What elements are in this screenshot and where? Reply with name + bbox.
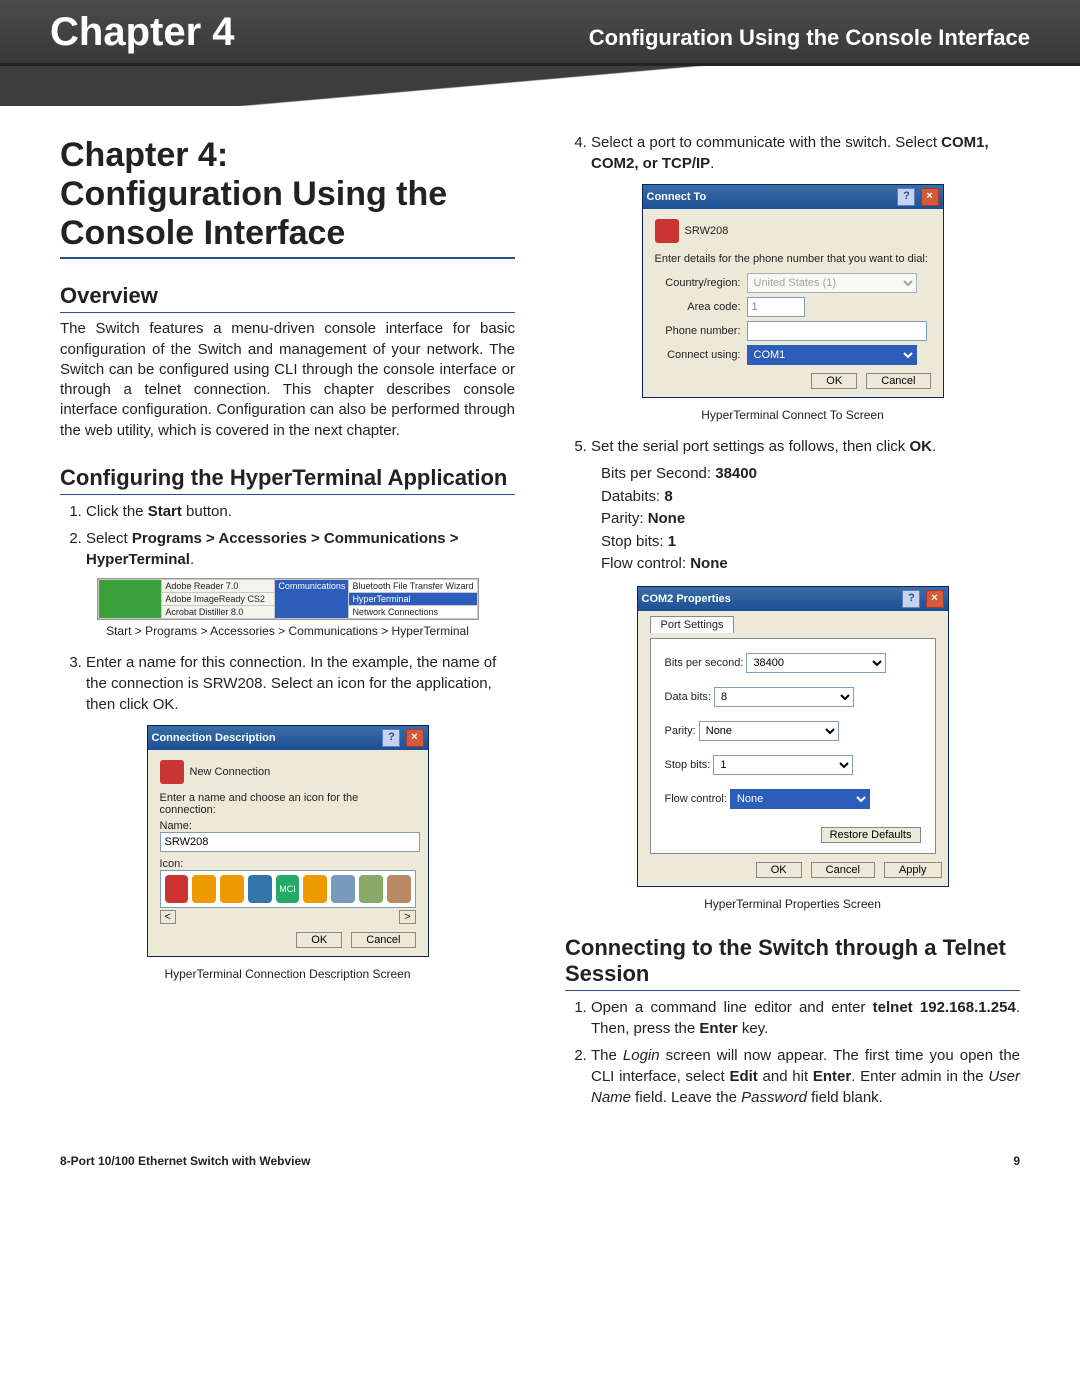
close-icon[interactable]: × [921,188,939,206]
dialog-connect-to: Connect To ? × SRW208 Enter details for … [642,184,944,398]
overview-heading: Overview [60,283,515,313]
dialog-connection-description: Connection Description ? × New Connectio… [147,725,429,957]
phone-icon [160,760,184,784]
cancel-button[interactable]: Cancel [351,932,415,948]
area-code-input [747,297,805,317]
conn-desc-caption: HyperTerminal Connection Description Scr… [60,967,515,981]
ok-button[interactable]: OK [296,932,342,948]
close-icon[interactable]: × [926,590,944,608]
left-column: Chapter 4: Configuration Using the Conso… [60,126,515,1114]
restore-defaults-button[interactable]: Restore Defaults [821,827,921,843]
startbar-caption: Start > Programs > Accessories > Communi… [60,624,515,638]
flowcontrol-select[interactable]: None [730,789,870,809]
telnet-heading: Connecting to the Switch through a Telne… [565,935,1020,991]
step-4: Select a port to communicate with the sw… [591,132,1020,174]
databits-select[interactable]: 8 [714,687,854,707]
step-1: Click the Start button. [86,501,515,522]
scroll-left-icon[interactable]: < [160,910,176,924]
bps-select[interactable]: 38400 [746,653,886,673]
dialog-com-properties: COM2 Properties ? × Port Settings Bits p… [637,586,949,887]
connect-using-select[interactable]: COM1 [747,345,917,365]
page-header: Chapter 4 Configuration Using the Consol… [0,0,1080,66]
hyperterminal-heading: Configuring the HyperTerminal Applicatio… [60,465,515,495]
parity-select[interactable]: None [699,721,839,741]
country-select: United States (1) [747,273,917,293]
name-input[interactable] [160,832,420,852]
telnet-step-1: Open a command line editor and enter tel… [591,997,1020,1039]
ok-button[interactable]: OK [811,373,857,389]
connect-to-caption: HyperTerminal Connect To Screen [565,408,1020,422]
cancel-button[interactable]: Cancel [866,373,930,389]
apply-button[interactable]: Apply [884,862,942,878]
chapter-heading: Chapter 4: Configuration Using the Conso… [60,136,515,259]
page-footer: 8-Port 10/100 Ethernet Switch with Webvi… [0,1144,1080,1198]
step-3: Enter a name for this connection. In the… [86,652,515,715]
phone-input[interactable] [747,321,927,341]
cancel-button[interactable]: Cancel [811,862,875,878]
phone-icon [655,219,679,243]
help-icon[interactable]: ? [902,590,920,608]
step-5: Set the serial port settings as follows,… [591,436,1020,576]
right-column: Select a port to communicate with the sw… [565,126,1020,1114]
stopbits-select[interactable]: 1 [713,755,853,775]
dialog-title: Connect To [647,191,707,203]
dialog-title: Connection Description [152,732,276,744]
footer-left: 8-Port 10/100 Ethernet Switch with Webvi… [60,1154,311,1168]
dialog-title: COM2 Properties [642,593,731,605]
start-menu-screenshot: Adobe Reader 7.0 Communications Bluetoot… [97,578,479,620]
overview-text: The Switch features a menu-driven consol… [60,319,515,441]
icon-selector[interactable]: MCI [160,870,416,908]
com-props-caption: HyperTerminal Properties Screen [565,897,1020,911]
close-icon[interactable]: × [406,729,424,747]
help-icon[interactable]: ? [382,729,400,747]
chapter-label: Chapter 4 [50,10,235,55]
scroll-right-icon[interactable]: > [399,910,415,924]
step-2: Select Programs > Accessories > Communic… [86,528,515,570]
telnet-step-2: The Login screen will now appear. The fi… [591,1045,1020,1108]
header-diagonal [0,66,1080,106]
ok-button[interactable]: OK [756,862,802,878]
header-title: Configuration Using the Console Interfac… [589,25,1030,51]
tab-port-settings[interactable]: Port Settings [650,616,735,633]
page-number: 9 [1013,1154,1020,1168]
help-icon[interactable]: ? [897,188,915,206]
